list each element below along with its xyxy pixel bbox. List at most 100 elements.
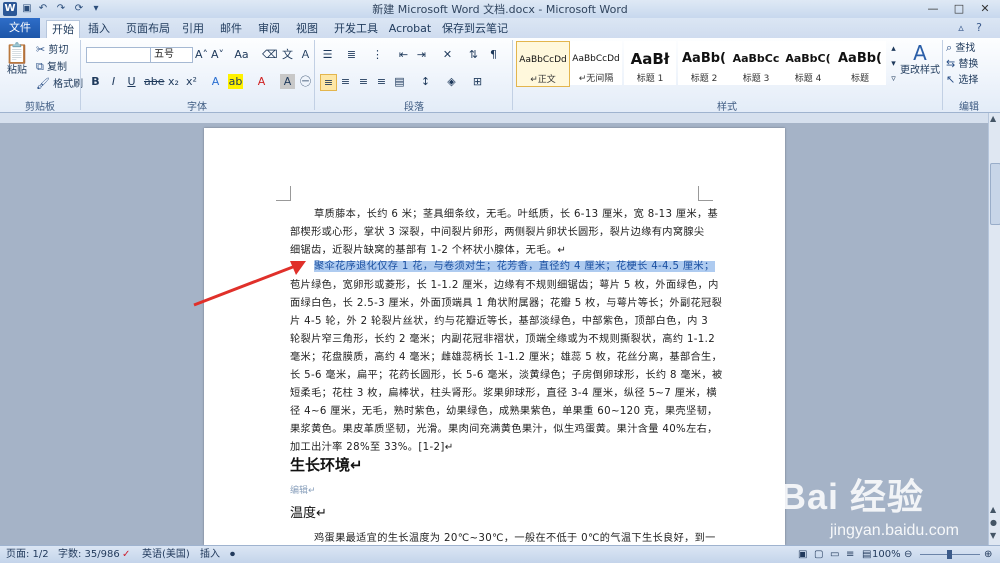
bold-icon[interactable]: B [88, 74, 103, 89]
doc-line[interactable]: 草质藤本，长约 6 米；茎具细条纹，无毛。叶纸质，长 6-13 厘米，宽 8-1… [290, 205, 718, 220]
font-name-box[interactable] [86, 47, 151, 63]
section-heading[interactable]: 生长环境↵ [290, 454, 363, 475]
doc-line[interactable]: 轮裂片窄三角形，长约 2 毫米；内副花冠非褶状，顶端全缘或为不规则撕裂状，高约 … [290, 330, 715, 345]
style-title[interactable]: AaBb( 标题 [834, 41, 886, 85]
italic-icon[interactable]: I [106, 74, 121, 89]
subscript-icon[interactable]: x₂ [166, 74, 181, 89]
doc-line[interactable]: 鸡蛋果最适宜的生长温度为 20℃~30℃，一般在不低于 0℃的气温下生长良好，到… [290, 529, 716, 544]
tab-file[interactable]: 文件 [0, 18, 40, 38]
tab-developer[interactable]: 开发工具 [332, 20, 380, 38]
replace-button[interactable]: ⇆ 替换 [946, 57, 978, 72]
zoom-slider[interactable] [920, 546, 980, 563]
increase-indent-icon[interactable]: ⇥ [414, 47, 429, 62]
align-center-icon[interactable]: ≡ [338, 74, 353, 89]
chinese-layout-icon[interactable]: ✕ [440, 47, 455, 62]
insert-mode[interactable]: 插入 [200, 546, 220, 563]
style-heading-1[interactable]: AaBł 标题 1 [624, 41, 676, 85]
format-painter-button[interactable]: 🖌 格式刷 [36, 77, 83, 92]
zoom-out-icon[interactable]: ⊖ [904, 546, 912, 563]
find-button[interactable]: ⌕ 查找 [946, 41, 975, 56]
doc-line-selected[interactable]: 聚伞花序退化仅存 1 花，与卷须对生；花芳香，直径约 4 厘米；花梗长 4-4.… [290, 257, 715, 272]
decrease-indent-icon[interactable]: ⇤ [396, 47, 411, 62]
paste-button[interactable]: 📋 粘贴 [4, 42, 30, 78]
web-layout-view-icon[interactable]: ▭ [830, 546, 839, 563]
distributed-icon[interactable]: ▤ [392, 74, 407, 89]
doc-line[interactable]: 径 4~6 厘米，无毛，熟时紫色，幼果绿色，成熟果紫色，单果重 60~120 克… [290, 402, 718, 417]
tab-insert[interactable]: 插入 [84, 20, 114, 38]
text-effects-icon[interactable]: A [208, 74, 223, 89]
font-size-box[interactable]: 五号 [150, 47, 193, 63]
doc-line[interactable]: 果浆黄色。果皮革质坚韧，光滑。果肉间充满黄色果汁，似生鸡蛋黄。果汁含量 40%左… [290, 420, 718, 435]
copy-button[interactable]: ⧉ 复制 [36, 60, 67, 75]
change-styles-button[interactable]: A 更改样式 [900, 42, 940, 78]
character-shading-icon[interactable]: A [280, 74, 295, 89]
bullets-icon[interactable]: ☰ [320, 47, 335, 62]
font-color-icon[interactable]: A [254, 74, 269, 89]
style-heading-3[interactable]: AaBbCc 标题 3 [730, 41, 782, 85]
doc-line[interactable]: 细锯齿，近裂片缺窝的基部有 1-2 个杯状小腺体，无毛。↵ [290, 241, 566, 256]
document-page[interactable]: 草质藤本，长约 6 米；茎具细条纹，无毛。叶纸质，长 6-13 厘米，宽 8-1… [204, 128, 785, 545]
grow-font-icon[interactable]: A˄ [194, 47, 209, 62]
justify-icon[interactable]: ≡ [374, 74, 389, 89]
enclose-characters-icon[interactable]: ㊀ [298, 74, 313, 89]
help-icon[interactable]: ? [972, 21, 986, 35]
doc-line[interactable]: 短柔毛；花柱 3 枚，扁棒状，柱头肾形。浆果卵球形，直径 3-4 厘米，纵径 5… [290, 384, 717, 399]
zoom-in-icon[interactable]: ⊕ [984, 546, 992, 563]
selected-text[interactable]: 聚伞花序退化仅存 1 花，与卷须对生；花芳香，直径约 4 厘米；花梗长 4-4.… [314, 261, 715, 272]
doc-line[interactable]: 毫米；花盘膜质，高约 4 毫米；雌雄蕊柄长 1-1.2 厘米；雄蕊 5 枚，花丝… [290, 348, 722, 363]
close-button[interactable]: ✕ [972, 0, 998, 17]
character-border-icon[interactable]: Ａ [298, 47, 313, 62]
phonetic-guide-icon[interactable]: 文 [280, 47, 295, 62]
minimize-button[interactable]: — [920, 0, 946, 17]
style-normal[interactable]: AaBbCcDd ↵正文 [516, 41, 570, 87]
doc-line[interactable]: 面绿白色，长 2.5-3 厘米，外面顶端具 1 角状附属器；花瓣 5 枚，与萼片… [290, 294, 722, 309]
numbering-icon[interactable]: ≣ [344, 47, 359, 62]
clear-formatting-icon[interactable]: ⌫ [262, 47, 278, 62]
scroll-up-icon[interactable]: ▲ [990, 114, 996, 123]
page-count[interactable]: 页面: 1/2 [6, 546, 49, 563]
subsection-heading[interactable]: 温度↵ [290, 502, 327, 521]
sort-icon[interactable]: ⇅ [466, 47, 481, 62]
tab-save-to-cloud-notes[interactable]: 保存到云笔记 [442, 20, 508, 38]
word-count[interactable]: 字数: 35/986 [58, 546, 120, 563]
borders-icon[interactable]: ⊞ [470, 74, 485, 89]
proofing-icon[interactable]: ✓ [122, 546, 130, 563]
tab-page-layout[interactable]: 页面布局 [124, 20, 172, 38]
print-layout-view-icon[interactable]: ▣ [798, 546, 807, 563]
tab-acrobat[interactable]: Acrobat [388, 20, 432, 38]
full-screen-view-icon[interactable]: ▢ [814, 546, 823, 563]
zoom-level[interactable]: 100% [872, 546, 901, 563]
scroll-thumb[interactable] [990, 163, 1000, 225]
doc-line[interactable]: 苞片绿色，宽卵形或菱形，长 1-1.2 厘米，边缘有不规则细锯齿；萼片 5 枚，… [290, 276, 719, 291]
change-case-icon[interactable]: Aa [234, 47, 249, 62]
doc-line[interactable]: 加工出汁率 28%至 33%。[1-2]↵ [290, 438, 454, 453]
shading-icon[interactable]: ◈ [444, 74, 459, 89]
doc-line[interactable]: 长 5-6 毫米，扁平；花药长圆形，长 5-6 毫米，淡黄绿色；子房倒卵球形，长… [290, 366, 723, 381]
cut-button[interactable]: ✂ 剪切 [36, 43, 68, 58]
strikethrough-icon[interactable]: abe [144, 74, 165, 89]
align-right-icon[interactable]: ≡ [356, 74, 371, 89]
tab-review[interactable]: 审阅 [254, 20, 284, 38]
styles-scroll-icon[interactable]: ▴ ▾ ▿ [886, 42, 901, 86]
draft-view-icon[interactable]: ▤ [862, 546, 871, 563]
minimize-ribbon-icon[interactable]: ▵ [954, 21, 968, 35]
maximize-button[interactable]: □ [946, 0, 972, 17]
tab-mailings[interactable]: 邮件 [216, 20, 246, 38]
shrink-font-icon[interactable]: A˅ [210, 47, 225, 62]
macro-record-icon[interactable]: ⏺ [230, 546, 235, 563]
tab-references[interactable]: 引用 [178, 20, 208, 38]
tab-view[interactable]: 视图 [292, 20, 322, 38]
line-spacing-icon[interactable]: ↕ [418, 74, 433, 89]
show-marks-icon[interactable]: ¶ [486, 47, 501, 62]
language[interactable]: 英语(美国) [142, 546, 190, 563]
select-button[interactable]: ↖ 选择 [946, 73, 978, 88]
multilevel-list-icon[interactable]: ⋮ [370, 47, 385, 62]
doc-line[interactable]: 片 4-5 轮，外 2 轮裂片丝状，约与花瓣近等长，基部淡绿色，中部紫色，顶部白… [290, 312, 708, 327]
doc-line[interactable]: 部楔形或心形，掌状 3 深裂，中间裂片卵形，两侧裂片卵状长圆形，裂片边缘有内窝腺… [290, 223, 704, 238]
style-heading-4[interactable]: AaBbC( 标题 4 [782, 41, 834, 85]
underline-icon[interactable]: U [124, 74, 139, 89]
outline-view-icon[interactable]: ≡ [846, 546, 854, 563]
edit-link[interactable]: 编辑↵ [290, 483, 316, 496]
highlight-icon[interactable]: ab [228, 74, 243, 89]
style-heading-2[interactable]: AaBb( 标题 2 [678, 41, 730, 85]
